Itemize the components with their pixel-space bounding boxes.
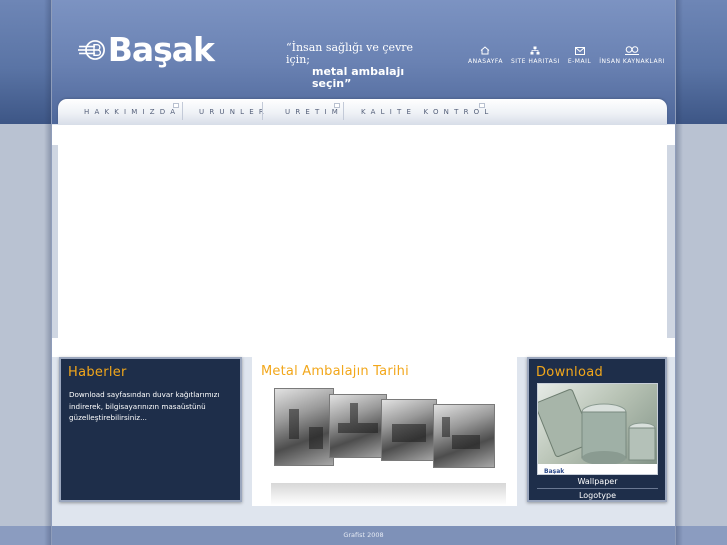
- toplink-home[interactable]: ANASAYFA: [468, 45, 503, 69]
- footer: Grafist 2008: [52, 526, 675, 545]
- hero-strip-left: [52, 145, 58, 338]
- mail-icon: [574, 45, 585, 56]
- toplink-hr-label: İNSAN KAYNAKLARI: [599, 58, 666, 65]
- top-links: ANASAYFA SITE HARITASI E-MAIL İNSAN KAYN…: [468, 45, 673, 69]
- nav-divider: [343, 102, 344, 120]
- nav-marker: [479, 103, 485, 108]
- history-photo: [381, 399, 437, 461]
- nav-item-uretim[interactable]: URETIM: [285, 108, 343, 116]
- toplink-home-label: ANASAYFA: [468, 58, 503, 65]
- main-nav: HAKKIMIZDA URUNLER URETIM KALITE KONTROL: [58, 99, 667, 125]
- toplink-sitemap[interactable]: SITE HARITASI: [511, 45, 560, 69]
- toplink-hr[interactable]: İNSAN KAYNAKLARI: [599, 45, 665, 69]
- history-photo: [329, 394, 387, 458]
- sitemap-icon: [530, 45, 540, 56]
- download-divider: [537, 488, 658, 489]
- hero-banner: [52, 125, 675, 357]
- hero-strip-right: [667, 145, 675, 338]
- photo-reflection: [271, 483, 506, 505]
- nav-marker: [173, 103, 179, 108]
- toplink-email[interactable]: E-MAIL: [568, 45, 591, 69]
- toplink-sitemap-label: SITE HARITASI: [510, 58, 560, 65]
- wallpaper-preview[interactable]: Başak: [537, 383, 658, 475]
- logo-mark-icon: [78, 40, 105, 60]
- slogan: “İnsan sağlığı ve çevre için; metal amba…: [284, 42, 424, 90]
- column-shadow-right: [675, 0, 683, 545]
- nav-marker: [334, 103, 340, 108]
- news-title: Haberler: [68, 365, 127, 380]
- svg-text:Başak: Başak: [544, 468, 565, 475]
- history-box: Metal Ambalajın Tarihi: [252, 357, 517, 506]
- history-photo: [274, 388, 334, 466]
- download-title: Download: [536, 365, 604, 380]
- nav-item-urunler[interactable]: URUNLER: [199, 108, 269, 116]
- logotype-link[interactable]: Logotype: [537, 491, 658, 500]
- cans-image-icon: Başak: [538, 389, 657, 475]
- download-box: Download Başak Wallpaper Logotype: [527, 357, 667, 502]
- nav-item-kalite-kontrol[interactable]: KALITE KONTROL: [361, 108, 493, 116]
- history-photo-collage[interactable]: [261, 385, 511, 505]
- history-title[interactable]: Metal Ambalajın Tarihi: [261, 364, 409, 379]
- nav-divider: [262, 102, 263, 120]
- column-shadow-left: [44, 0, 52, 545]
- nav-divider: [182, 102, 183, 120]
- home-icon: [480, 45, 490, 56]
- people-icon: [624, 45, 640, 56]
- nav-item-hakkimizda[interactable]: HAKKIMIZDA: [84, 108, 180, 116]
- toplink-email-label: E-MAIL: [567, 58, 592, 65]
- slogan-line-1: “İnsan sağlığı ve çevre için;: [286, 41, 414, 66]
- slogan-line-2: metal ambalajı seçin”: [312, 65, 405, 90]
- brand-logo[interactable]: Başak: [78, 30, 215, 70]
- hero-bottom: [52, 338, 675, 357]
- brand-name: Başak: [107, 30, 215, 69]
- wallpaper-link[interactable]: Wallpaper: [537, 477, 658, 486]
- news-text[interactable]: Download sayfasından duvar kağıtlarımızı…: [61, 385, 240, 424]
- footer-credit[interactable]: Grafist 2008: [343, 531, 383, 539]
- news-box: Haberler Download sayfasından duvar kağı…: [59, 357, 242, 502]
- history-photo: [433, 404, 495, 468]
